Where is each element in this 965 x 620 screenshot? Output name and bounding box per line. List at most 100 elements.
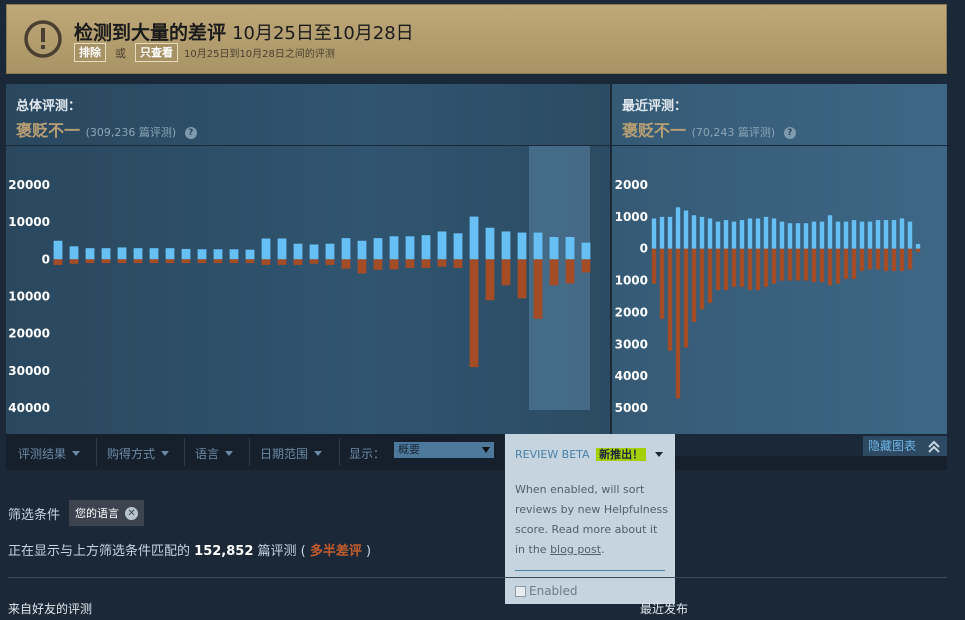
positive-bar[interactable] <box>827 215 833 249</box>
positive-bar[interactable] <box>891 220 897 249</box>
positive-bar[interactable] <box>293 243 303 260</box>
positive-bar[interactable] <box>389 236 399 260</box>
positive-bar[interactable] <box>763 216 769 249</box>
negative-bar[interactable] <box>811 248 817 283</box>
positive-bar[interactable] <box>213 249 223 260</box>
positive-bar[interactable] <box>659 216 665 249</box>
negative-bar[interactable] <box>747 248 753 291</box>
language-filter-chip[interactable]: 您的语言 ✕ <box>69 500 145 526</box>
positive-bar[interactable] <box>517 232 527 260</box>
negative-bar[interactable] <box>133 259 143 264</box>
positive-bar[interactable] <box>469 216 479 260</box>
negative-bar[interactable] <box>389 259 399 270</box>
positive-bar[interactable] <box>859 221 865 249</box>
negative-bar[interactable] <box>69 259 79 264</box>
negative-bar[interactable] <box>357 259 367 274</box>
negative-bar[interactable] <box>771 248 777 284</box>
negative-bar[interactable] <box>213 259 223 264</box>
negative-bar[interactable] <box>667 248 673 351</box>
positive-bar[interactable] <box>533 232 543 260</box>
negative-bar[interactable] <box>779 248 785 281</box>
recent-help-icon[interactable]: ? <box>783 127 796 139</box>
negative-bar[interactable] <box>835 248 841 284</box>
positive-bar[interactable] <box>795 223 801 249</box>
negative-bar[interactable] <box>859 248 865 272</box>
positive-bar[interactable] <box>101 248 111 260</box>
positive-bar[interactable] <box>421 235 431 260</box>
date-range-dropdown[interactable]: 日期范围 <box>260 445 323 462</box>
negative-bar[interactable] <box>819 248 825 283</box>
negative-bar[interactable] <box>517 259 527 299</box>
blog-post-link[interactable]: blog post <box>550 543 601 556</box>
negative-bar[interactable] <box>261 259 271 265</box>
only-view-button[interactable]: 只查看 <box>135 43 178 62</box>
negative-bar[interactable] <box>565 259 575 284</box>
overall-help-icon[interactable]: ? <box>184 127 197 139</box>
negative-bar[interactable] <box>325 259 335 265</box>
overall-histogram[interactable]: 2000010000010000200003000040000AprMayJun… <box>6 146 610 434</box>
negative-bar[interactable] <box>915 248 921 252</box>
negative-bar[interactable] <box>803 248 809 281</box>
recent-rating[interactable]: 褒贬不一 <box>622 121 686 140</box>
negative-bar[interactable] <box>755 248 761 291</box>
positive-bar[interactable] <box>819 221 825 249</box>
negative-bar[interactable] <box>309 259 319 264</box>
negative-bar[interactable] <box>875 248 881 270</box>
positive-bar[interactable] <box>341 238 351 260</box>
enabled-checkbox[interactable]: Enabled <box>515 584 578 598</box>
positive-bar[interactable] <box>309 244 319 260</box>
negative-bar[interactable] <box>843 248 849 279</box>
positive-bar[interactable] <box>771 218 777 249</box>
negative-bar[interactable] <box>891 248 897 272</box>
negative-bar[interactable] <box>851 248 857 279</box>
positive-bar[interactable] <box>501 231 511 260</box>
checkbox-box[interactable] <box>515 585 526 597</box>
positive-bar[interactable] <box>723 220 729 249</box>
negative-bar[interactable] <box>149 259 159 264</box>
positive-bar[interactable] <box>85 248 95 260</box>
negative-bar[interactable] <box>501 259 511 286</box>
negative-bar[interactable] <box>827 248 833 286</box>
positive-bar[interactable] <box>811 221 817 249</box>
positive-bar[interactable] <box>731 221 737 249</box>
positive-bar[interactable] <box>715 221 721 249</box>
negative-bar[interactable] <box>245 259 255 264</box>
positive-bar[interactable] <box>53 240 63 260</box>
negative-bar[interactable] <box>469 259 479 368</box>
negative-bar[interactable] <box>763 248 769 287</box>
negative-bar[interactable] <box>787 248 793 281</box>
positive-bar[interactable] <box>165 248 175 260</box>
negative-bar[interactable] <box>373 259 383 270</box>
positive-bar[interactable] <box>261 238 271 260</box>
negative-bar[interactable] <box>883 248 889 272</box>
negative-bar[interactable] <box>867 248 873 270</box>
positive-bar[interactable] <box>667 216 673 249</box>
negative-bar[interactable] <box>437 259 447 267</box>
display-select[interactable]: 概要 <box>394 442 494 458</box>
language-dropdown[interactable]: 语言 <box>195 445 234 462</box>
negative-bar[interactable] <box>197 259 207 264</box>
positive-bar[interactable] <box>835 221 841 249</box>
negative-bar[interactable] <box>453 259 463 268</box>
positive-bar[interactable] <box>691 215 697 249</box>
negative-bar[interactable] <box>715 248 721 291</box>
positive-bar[interactable] <box>675 207 681 249</box>
negative-bar[interactable] <box>53 259 63 265</box>
positive-bar[interactable] <box>181 248 191 260</box>
negative-bar[interactable] <box>165 259 175 264</box>
purchase-type-dropdown[interactable]: 购得方式 <box>107 445 170 462</box>
negative-bar[interactable] <box>683 248 689 348</box>
negative-bar[interactable] <box>277 259 287 265</box>
positive-bar[interactable] <box>149 248 159 260</box>
positive-bar[interactable] <box>197 249 207 260</box>
positive-bar[interactable] <box>779 221 785 249</box>
negative-bar[interactable] <box>699 248 705 310</box>
positive-bar[interactable] <box>843 221 849 249</box>
negative-bar[interactable] <box>907 248 913 270</box>
exclude-button[interactable]: 排除 <box>74 43 106 62</box>
positive-bar[interactable] <box>453 233 463 260</box>
positive-bar[interactable] <box>245 249 255 260</box>
positive-bar[interactable] <box>549 237 559 260</box>
positive-bar[interactable] <box>907 221 913 249</box>
close-icon[interactable]: ✕ <box>125 506 139 520</box>
